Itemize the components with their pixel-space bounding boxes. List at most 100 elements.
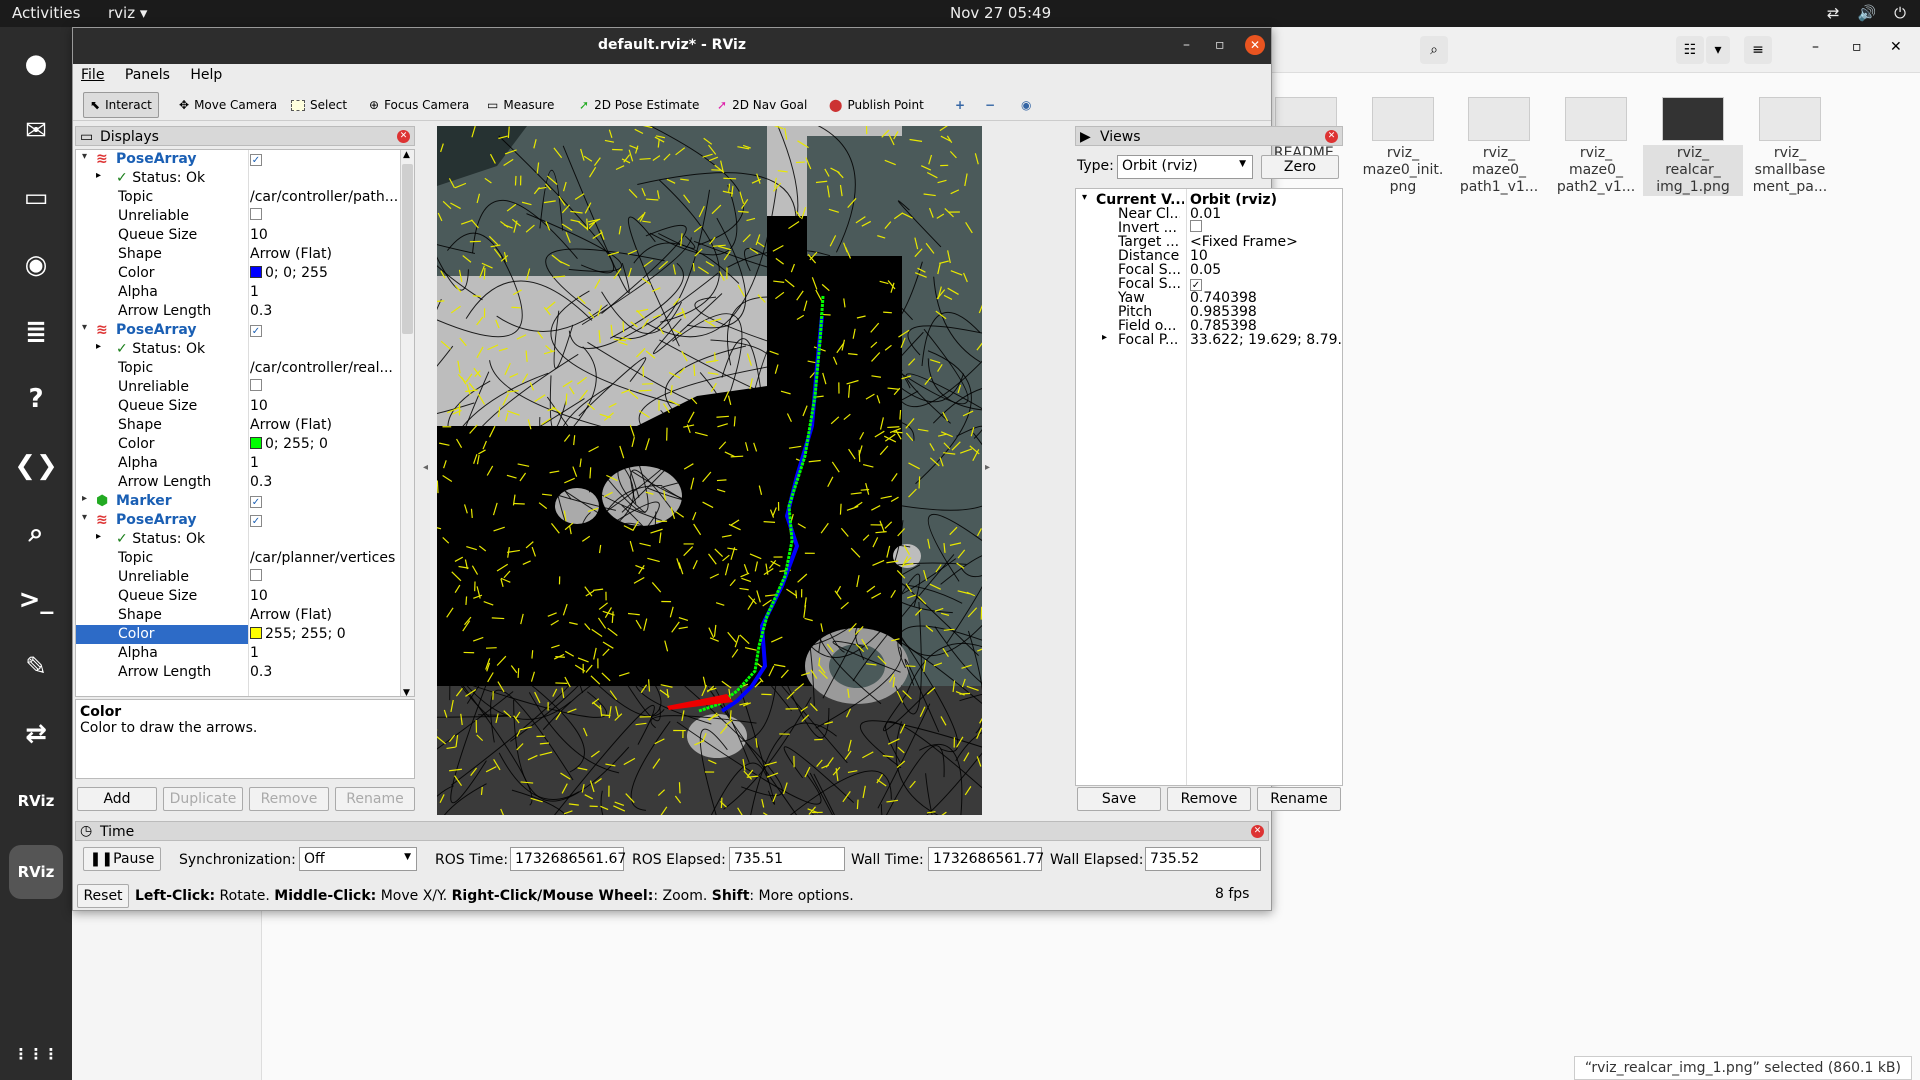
file-item[interactable]: rviz_ maze0_ path2_v1... <box>1546 97 1646 196</box>
display-item[interactable]: ▾ ≋ PoseArray ✓ <box>76 511 414 530</box>
ros-elapsed-field[interactable]: 735.51 <box>729 847 845 871</box>
property-value[interactable]: 0; 255; 0 <box>250 436 328 452</box>
file-item[interactable]: rviz_ realcar_ img_1.png <box>1643 97 1743 196</box>
display-property-row[interactable]: Shape Arrow (Flat) <box>76 416 414 435</box>
rviz-icon[interactable]: RViz <box>9 774 63 828</box>
property-value[interactable]: ✓ <box>250 512 262 528</box>
duplicate-display-button[interactable]: Duplicate <box>163 787 243 811</box>
chevron-right-icon[interactable]: ▸ <box>1102 332 1107 343</box>
close-panel-icon[interactable]: ✕ <box>1251 825 1264 838</box>
close-icon[interactable]: ✕ <box>1890 39 1902 55</box>
teamviewer-tray-icon[interactable]: ⇄ <box>1827 4 1840 22</box>
view-options-icon[interactable]: ▾ <box>1706 36 1730 64</box>
property-value[interactable]: /car/controller/path... <box>250 189 398 205</box>
zero-button[interactable]: Zero <box>1261 155 1339 179</box>
save-view-button[interactable]: Save <box>1077 787 1161 811</box>
render-view-3d[interactable] <box>437 126 982 815</box>
property-value[interactable]: 10 <box>250 398 268 414</box>
menu-icon[interactable]: ≡ <box>1744 36 1772 64</box>
files-icon[interactable]: ▭ <box>9 171 63 225</box>
help-icon[interactable]: ? <box>9 372 63 426</box>
property-value[interactable] <box>250 208 262 224</box>
firefox-icon[interactable]: ● <box>9 37 63 91</box>
publish-point-tool[interactable]: ⬤ Publish Point <box>823 92 930 118</box>
property-value[interactable]: 33.622; 19.629; 8.79... <box>1190 332 1342 348</box>
checkbox[interactable]: ✓ <box>250 496 262 508</box>
chevron-down-icon[interactable]: ▾ <box>82 322 87 333</box>
chevron-right-icon[interactable]: ▸ <box>96 341 101 352</box>
menu-panels[interactable]: Panels <box>117 64 178 83</box>
thunderbird-icon[interactable]: ✉ <box>9 104 63 158</box>
property-value[interactable]: ✓ <box>250 151 262 167</box>
property-value[interactable]: /car/controller/real... <box>250 360 393 376</box>
sync-select[interactable]: Off ▼ <box>299 847 417 871</box>
display-property-row[interactable]: Shape Arrow (Flat) <box>76 606 414 625</box>
chevron-down-icon[interactable]: ▾ <box>82 512 87 523</box>
view-property-row[interactable]: ▸ Focal P... 33.622; 19.629; 8.79... <box>1076 332 1342 349</box>
property-value[interactable]: Arrow (Flat) <box>250 246 332 262</box>
clock[interactable]: Nov 27 05:49 <box>950 4 1051 22</box>
app-grid-icon[interactable]: ⋮⋮⋮ <box>9 1027 63 1080</box>
chevron-down-icon[interactable]: ▾ <box>1082 192 1087 203</box>
display-property-row[interactable]: Alpha 1 <box>76 454 414 473</box>
property-value[interactable] <box>250 569 262 585</box>
checkbox[interactable]: ✓ <box>250 325 262 337</box>
nav-goal-tool[interactable]: ➚ 2D Nav Goal <box>711 92 813 118</box>
checkbox[interactable]: ✓ <box>250 154 262 166</box>
display-property-row[interactable]: ▸ ✓ Status: Ok <box>76 340 414 359</box>
checkbox[interactable] <box>250 569 262 581</box>
text-editor-icon[interactable]: ✎ <box>9 640 63 694</box>
display-property-row[interactable]: Arrow Length 0.3 <box>76 663 414 682</box>
maximize-icon[interactable]: ▫ <box>1852 39 1862 55</box>
display-property-row[interactable]: Unreliable <box>76 207 414 226</box>
property-value[interactable] <box>250 379 262 395</box>
property-value[interactable]: 1 <box>250 455 259 471</box>
add-display-button[interactable]: Add <box>77 787 157 811</box>
title-bar[interactable]: default.rviz* - RViz – ▫ ✕ <box>73 28 1271 64</box>
display-property-row[interactable]: Shape Arrow (Flat) <box>76 245 414 264</box>
property-value[interactable]: 255; 255; 0 <box>250 626 346 642</box>
terminal-icon[interactable]: >_ <box>9 573 63 627</box>
camera-type-icon[interactable]: ◉ <box>1015 92 1037 118</box>
wall-elapsed-field[interactable]: 735.52 <box>1145 847 1261 871</box>
wall-time-field[interactable]: 1732686561.77 <box>928 847 1044 871</box>
power-icon[interactable]: ⏻ <box>1894 4 1906 22</box>
rhythmbox-icon[interactable]: ◉ <box>9 238 63 292</box>
collapse-left-handle[interactable]: ◂ <box>423 462 428 473</box>
remove-tool-icon[interactable]: − <box>979 92 1001 118</box>
add-tool-icon[interactable]: + <box>949 92 971 118</box>
system-tray[interactable]: ⇄ 🔊 ⏻ <box>1827 4 1906 22</box>
app-menu[interactable]: rviz ▾ <box>108 4 147 22</box>
property-value[interactable]: 10 <box>250 588 268 604</box>
rviz-active-icon[interactable]: RViz <box>9 845 63 899</box>
file-item[interactable]: rviz_ maze0_ path1_v1... <box>1449 97 1549 196</box>
minimize-icon[interactable]: – <box>1183 37 1190 53</box>
vscode-icon[interactable]: ❮❯ <box>9 439 63 493</box>
display-property-row[interactable]: Topic/car/controller/path... <box>76 188 414 207</box>
display-property-row[interactable]: Color 255; 255; 0 <box>76 625 346 644</box>
display-property-row[interactable]: Queue Size 10 <box>76 226 414 245</box>
property-value[interactable]: 1 <box>250 284 259 300</box>
rename-display-button[interactable]: Rename <box>335 787 415 811</box>
menu-file[interactable]: File <box>73 64 112 83</box>
focus-camera-tool[interactable]: ⊕ Focus Camera <box>363 92 475 118</box>
property-value[interactable]: 10 <box>250 227 268 243</box>
checkbox[interactable] <box>1190 220 1202 232</box>
search-icon[interactable]: ⌕ <box>9 506 63 560</box>
display-property-row[interactable]: ▸ ✓ Status: Ok <box>76 169 414 188</box>
property-value[interactable]: 1 <box>250 645 259 661</box>
displays-scrollbar[interactable]: ▲ ▼ <box>400 150 414 696</box>
property-value[interactable]: 0.3 <box>250 303 272 319</box>
chevron-right-icon[interactable]: ▸ <box>96 531 101 542</box>
checkbox[interactable] <box>250 208 262 220</box>
checkbox[interactable] <box>250 379 262 391</box>
property-value[interactable]: Arrow (Flat) <box>250 417 332 433</box>
property-value[interactable]: 0.3 <box>250 664 272 680</box>
view-list-icon[interactable]: ☷ <box>1676 36 1704 64</box>
move-camera-tool[interactable]: ✥ Move Camera <box>173 92 283 118</box>
minimize-icon[interactable]: – <box>1812 39 1819 55</box>
display-property-row[interactable]: Alpha 1 <box>76 644 414 663</box>
file-item[interactable]: rviz_ maze0_init. png <box>1353 97 1453 196</box>
display-item[interactable]: ▾ ≋ PoseArray ✓ <box>76 321 414 340</box>
property-value[interactable]: Arrow (Flat) <box>250 607 332 623</box>
